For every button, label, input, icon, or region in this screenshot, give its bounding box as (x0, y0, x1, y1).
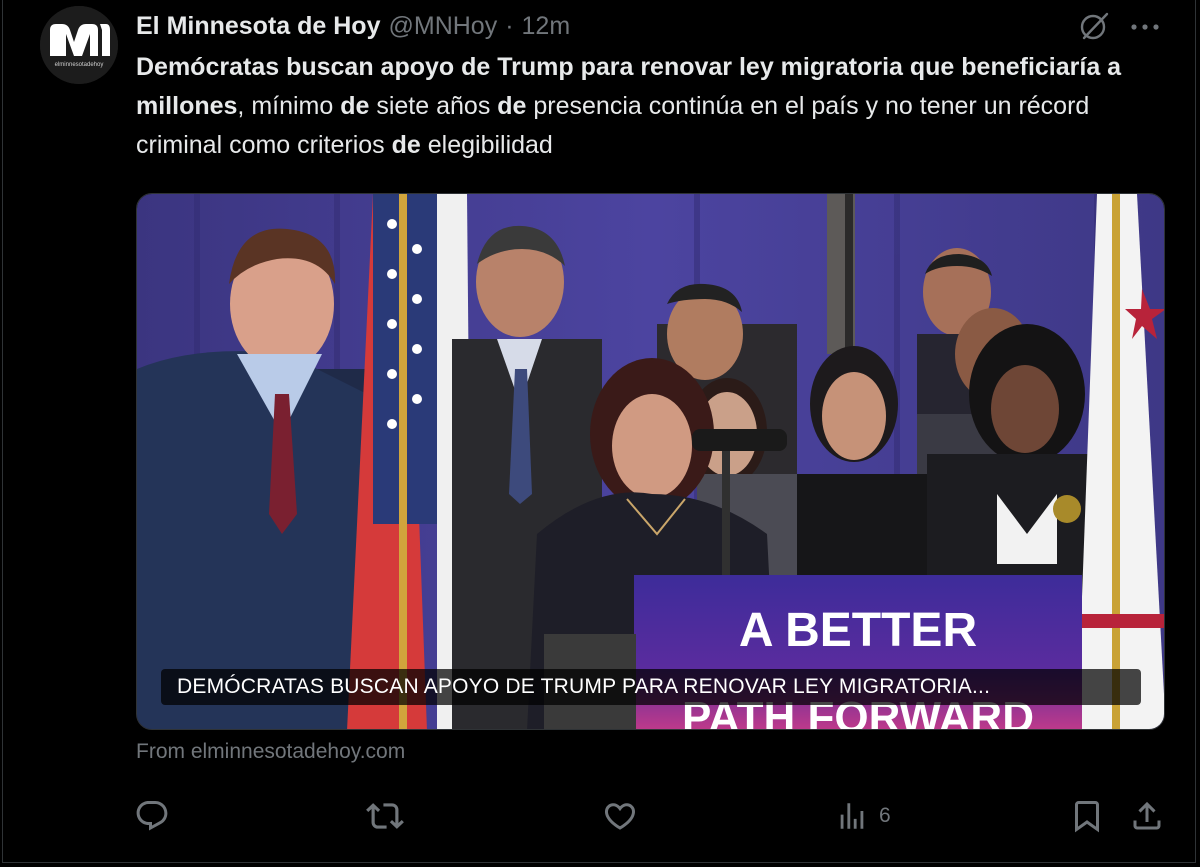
card-caption[interactable]: DEMÓCRATAS BUSCAN APOYO DE TRUMP PARA RE… (161, 669, 1141, 705)
bookmark-icon (1075, 801, 1099, 833)
account-handle[interactable]: @MNHoy (388, 12, 497, 41)
link-card-media[interactable]: A BETTER PATH FORWARD (136, 193, 1165, 730)
tweet-text-segment: , mínimo (237, 92, 341, 120)
like-icon (604, 803, 636, 830)
tweet-time[interactable]: 12m (522, 12, 571, 41)
tweet-container[interactable]: elminnesotadehoy El Minnesota de Hoy @MN… (2, 0, 1196, 863)
tweet-text-segment: siete años (369, 92, 498, 120)
more-dots-icon (1131, 24, 1159, 30)
bookmark-button[interactable] (1069, 798, 1105, 834)
link-source[interactable]: From elminnesotadehoy.com (136, 740, 405, 764)
podium-text-line1: A BETTER (739, 604, 977, 657)
reply-button[interactable] (134, 798, 170, 834)
tweet-text-segment: de (391, 131, 421, 159)
reply-icon (136, 801, 168, 831)
account-avatar[interactable]: elminnesotadehoy (40, 6, 118, 84)
press-conference-image: A BETTER PATH FORWARD (137, 194, 1164, 729)
views-count: 6 (879, 804, 891, 827)
share-button[interactable] (1129, 798, 1165, 834)
retweet-button[interactable] (366, 798, 404, 834)
share-icon (1133, 801, 1161, 830)
grok-icon (1080, 12, 1109, 40)
tweet-text-segment: de (340, 92, 370, 120)
grok-button[interactable] (1076, 8, 1112, 44)
tweet-text: Demócratas buscan apoyo de Trump para re… (136, 48, 1176, 165)
views-icon (840, 803, 864, 829)
tweet-text-segment: de (497, 92, 527, 120)
account-name[interactable]: El Minnesota de Hoy (136, 12, 380, 41)
like-button[interactable] (602, 798, 638, 834)
views-button[interactable]: 6 (835, 798, 891, 834)
logo-icon (40, 6, 118, 84)
tweet-text-segment: elegibilidad (420, 131, 553, 159)
avatar-caption: elminnesotadehoy (54, 62, 104, 68)
more-options-button[interactable] (1125, 8, 1165, 44)
tweet-header: El Minnesota de Hoy @MNHoy · 12m (136, 10, 570, 42)
retweet-icon (366, 803, 404, 829)
header-separator: · (505, 11, 514, 40)
